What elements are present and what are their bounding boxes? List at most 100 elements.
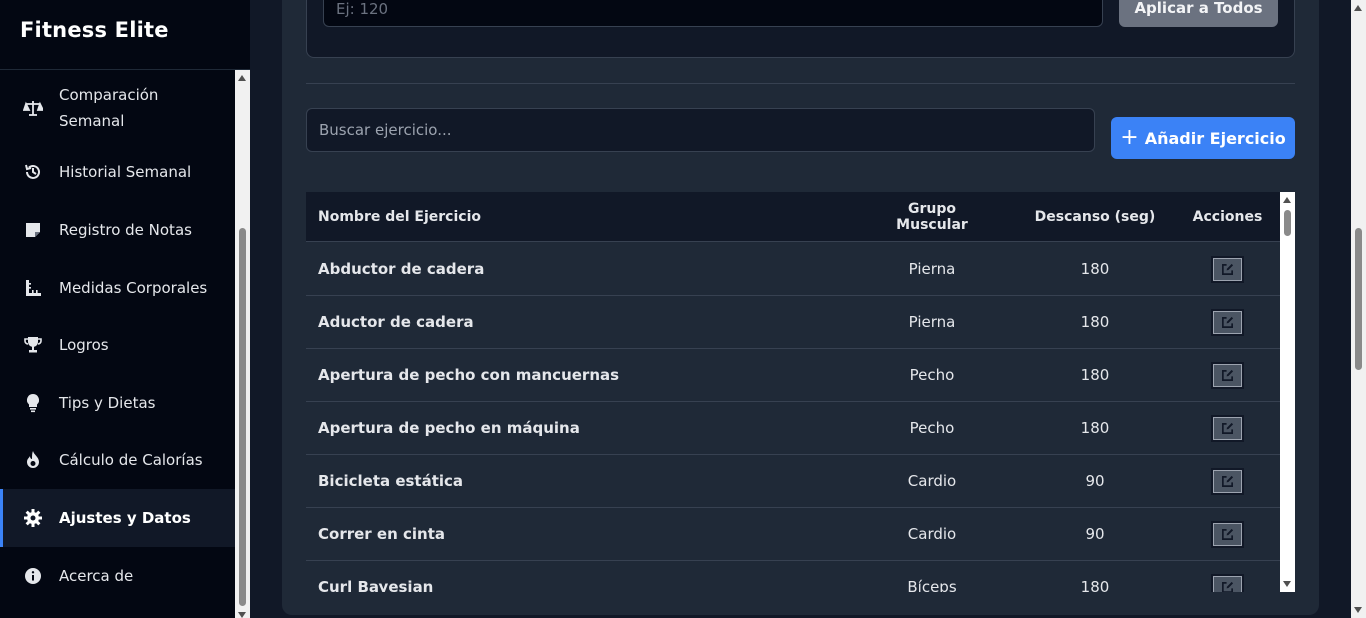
- fire-icon: [22, 449, 44, 471]
- sidebar-item-label: Historial Semanal: [59, 163, 192, 181]
- muscle-group: Pecho: [909, 419, 955, 437]
- sidebar-item-comparacion-semanal[interactable]: Comparación Semanal: [0, 76, 235, 140]
- apply-all-button[interactable]: Aplicar a Todos: [1119, 0, 1278, 27]
- main-content: Ej: 120 Aplicar a Todos Buscar ejercicio…: [250, 0, 1351, 618]
- sidebar-item-label: Tips y Dietas: [59, 394, 156, 412]
- table-row: Abductor de cadera Pierna 180: [306, 243, 1280, 296]
- bulk-rest-input[interactable]: Ej: 120: [323, 0, 1103, 27]
- table-row: Bicicleta estática Cardio 90: [306, 455, 1280, 508]
- muscle-group: Pierna: [908, 260, 956, 278]
- sidebar-scrollbar[interactable]: [235, 70, 250, 618]
- gear-icon: [22, 507, 44, 529]
- header-group[interactable]: Grupo Muscular: [872, 201, 992, 233]
- rest-seconds: 90: [1085, 525, 1105, 543]
- sidebar-item-registro-notas[interactable]: Registro de Notas: [0, 215, 235, 245]
- edit-button[interactable]: [1211, 521, 1244, 548]
- edit-button[interactable]: [1211, 468, 1244, 495]
- note-icon: [22, 219, 44, 241]
- sidebar-item-ajustes-datos[interactable]: Ajustes y Datos: [0, 489, 235, 547]
- brand: Fitness Elite: [0, 0, 250, 70]
- divider: [306, 83, 1295, 84]
- header-name[interactable]: Nombre del Ejercicio: [318, 209, 481, 225]
- exercise-name: Abductor de cadera: [318, 260, 485, 278]
- edit-button[interactable]: [1211, 415, 1244, 442]
- muscle-group: Bíceps: [907, 578, 957, 592]
- sidebar-item-label: Acerca de: [59, 567, 134, 585]
- scroll-up-arrow-icon[interactable]: [238, 75, 246, 81]
- sidebar-item-label: Medidas Corporales: [59, 279, 208, 297]
- table-row: Apertura de pecho con mancuernas Pecho 1…: [306, 349, 1280, 402]
- exercise-name: Aductor de cadera: [318, 313, 474, 331]
- edit-icon: [1222, 581, 1234, 592]
- edit-icon: [1222, 369, 1234, 381]
- exercise-name: Bicicleta estática: [318, 472, 464, 490]
- edit-icon: [1222, 475, 1234, 487]
- app-title: Fitness Elite: [20, 18, 169, 42]
- muscle-group: Cardio: [907, 525, 957, 543]
- edit-button[interactable]: [1211, 362, 1244, 389]
- edit-button[interactable]: [1211, 574, 1244, 592]
- exercises-panel: Ej: 120 Aplicar a Todos Buscar ejercicio…: [282, 0, 1319, 615]
- exercise-name: Apertura de pecho con mancuernas: [318, 366, 620, 384]
- exercises-table: Nombre del Ejercicio Grupo Muscular Desc…: [306, 192, 1295, 592]
- edit-button[interactable]: [1211, 309, 1244, 336]
- sidebar-item-calculo-calorias[interactable]: Cálculo de Calorías: [0, 445, 235, 475]
- sidebar-item-logros[interactable]: Logros: [0, 330, 235, 360]
- table-header: Nombre del Ejercicio Grupo Muscular Desc…: [306, 192, 1280, 242]
- bulk-rest-card: Ej: 120 Aplicar a Todos: [306, 0, 1295, 58]
- rest-seconds: 90: [1085, 472, 1105, 490]
- edit-icon: [1222, 316, 1234, 328]
- rest-seconds: 180: [1080, 578, 1110, 592]
- exercise-name: Curl Bayesian: [318, 578, 434, 592]
- sidebar-item-tips-dietas[interactable]: Tips y Dietas: [0, 388, 235, 418]
- sidebar-item-acerca-de[interactable]: Acerca de: [0, 561, 235, 591]
- rest-seconds: 180: [1080, 419, 1110, 437]
- header-actions: Acciones: [1192, 208, 1263, 225]
- search-input[interactable]: Buscar ejercicio...: [306, 108, 1095, 152]
- exercise-name: Correr en cinta: [318, 525, 445, 543]
- scrollbar-thumb[interactable]: [1355, 228, 1362, 370]
- edit-button[interactable]: [1211, 256, 1244, 283]
- scale-icon: [22, 97, 44, 119]
- table-row: Aductor de cadera Pierna 180: [306, 296, 1280, 349]
- page-scrollbar[interactable]: [1351, 0, 1366, 618]
- scroll-down-arrow-icon[interactable]: [238, 612, 246, 618]
- info-icon: [22, 565, 44, 587]
- sidebar-item-medidas-corporales[interactable]: Medidas Corporales: [0, 273, 235, 303]
- edit-icon: [1222, 422, 1234, 434]
- rest-seconds: 180: [1080, 260, 1110, 278]
- rest-seconds: 180: [1080, 313, 1110, 331]
- scroll-down-arrow-icon[interactable]: [1354, 607, 1362, 613]
- sidebar-item-historial-semanal[interactable]: Historial Semanal: [0, 157, 235, 187]
- add-exercise-label: Añadir Ejercicio: [1144, 128, 1286, 148]
- edit-icon: [1222, 263, 1234, 275]
- scrollbar-thumb[interactable]: [1284, 210, 1291, 236]
- muscle-group: Pecho: [909, 366, 955, 384]
- ruler-icon: [22, 277, 44, 299]
- plus-icon: +: [1120, 125, 1139, 150]
- trophy-icon: [22, 334, 44, 356]
- sidebar-item-label: Comparación Semanal: [59, 86, 159, 130]
- sidebar-item-label: Logros: [59, 336, 109, 354]
- add-exercise-button[interactable]: + Añadir Ejercicio: [1111, 117, 1295, 159]
- sidebar: Fitness Elite Comparación Semanal Histori…: [0, 0, 250, 618]
- scroll-down-arrow-icon[interactable]: [1283, 581, 1291, 587]
- sidebar-nav: Comparación Semanal Historial Semanal Reg…: [0, 70, 235, 618]
- scroll-up-arrow-icon[interactable]: [1354, 5, 1362, 11]
- sidebar-item-label: Registro de Notas: [59, 221, 192, 239]
- table-row: Curl Bayesian Bíceps 180: [306, 561, 1280, 592]
- rest-seconds: 180: [1080, 366, 1110, 384]
- sidebar-item-label: Cálculo de Calorías: [59, 451, 203, 469]
- edit-icon: [1222, 528, 1234, 540]
- table-scrollbar[interactable]: [1280, 192, 1295, 592]
- scroll-up-arrow-icon[interactable]: [1283, 197, 1291, 203]
- history-icon: [22, 161, 44, 183]
- header-rest[interactable]: Descanso (seg): [1030, 209, 1160, 225]
- scrollbar-thumb[interactable]: [239, 228, 246, 606]
- muscle-group: Pierna: [908, 313, 956, 331]
- table-row: Correr en cinta Cardio 90: [306, 508, 1280, 561]
- sidebar-item-label: Ajustes y Datos: [59, 509, 191, 527]
- exercise-name: Apertura de pecho en máquina: [318, 419, 580, 437]
- muscle-group: Cardio: [907, 472, 957, 490]
- lightbulb-icon: [22, 392, 44, 414]
